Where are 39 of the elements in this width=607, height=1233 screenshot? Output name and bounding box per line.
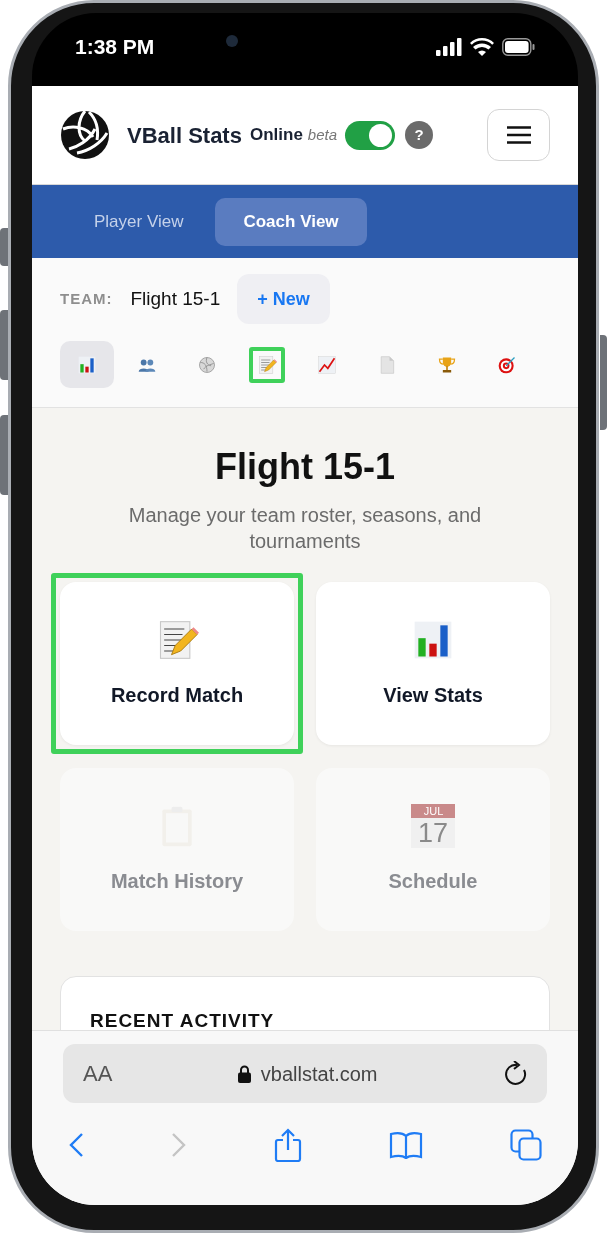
- calendar-icon: JUL 17: [411, 803, 455, 848]
- lock-icon: [237, 1064, 251, 1083]
- view-tab[interactable]: Player View: [66, 197, 212, 246]
- action-card[interactable]: View Stats: [316, 582, 550, 745]
- section-heading: RECENT ACTIVITY: [90, 1010, 275, 1030]
- tabs-icon[interactable]: [510, 1129, 542, 1161]
- mode-label: Online: [249, 124, 303, 147]
- page-title: Flight 15-1: [215, 445, 395, 489]
- volleyball-logo: [59, 109, 111, 161]
- action-card[interactable]: Record Match: [60, 582, 294, 745]
- team-name: Flight 15-1: [130, 286, 221, 311]
- team-label: TEAM:: [60, 288, 113, 309]
- reload-icon[interactable]: [503, 1060, 527, 1087]
- address-bar[interactable]: AA vballstat.com: [63, 1044, 547, 1103]
- beta-tag: beta: [307, 123, 338, 147]
- toolbar-tab[interactable]: [60, 341, 114, 388]
- bookmarks-icon[interactable]: [389, 1131, 423, 1159]
- camera-icon: [226, 35, 238, 47]
- back-icon[interactable]: [68, 1132, 84, 1158]
- battery-icon: [502, 37, 535, 56]
- status-time: 1:38 PM: [75, 33, 155, 60]
- online-toggle[interactable]: [345, 120, 396, 150]
- bar-chart-icon: [77, 354, 97, 375]
- line-chart-icon: [317, 354, 337, 375]
- new-team-button[interactable]: + New: [237, 274, 330, 324]
- help-button[interactable]: ?: [405, 121, 434, 149]
- page-subtitle: Manage your team roster, seasons, and tournaments: [127, 503, 483, 554]
- volleyball-icon: [197, 354, 217, 375]
- signal-icon: [436, 37, 462, 56]
- url-text: vballstat.com: [260, 1061, 378, 1087]
- app-name: VBall Stats: [127, 121, 242, 150]
- menu-button[interactable]: [487, 109, 550, 161]
- view-tab[interactable]: Coach View: [215, 197, 367, 246]
- share-icon[interactable]: [274, 1128, 302, 1162]
- menu-icon: [506, 126, 531, 144]
- wifi-icon: [470, 37, 494, 56]
- memo-pencil-icon: [257, 354, 277, 375]
- target-icon: [497, 354, 517, 375]
- text-size-button[interactable]: AA: [83, 1057, 113, 1090]
